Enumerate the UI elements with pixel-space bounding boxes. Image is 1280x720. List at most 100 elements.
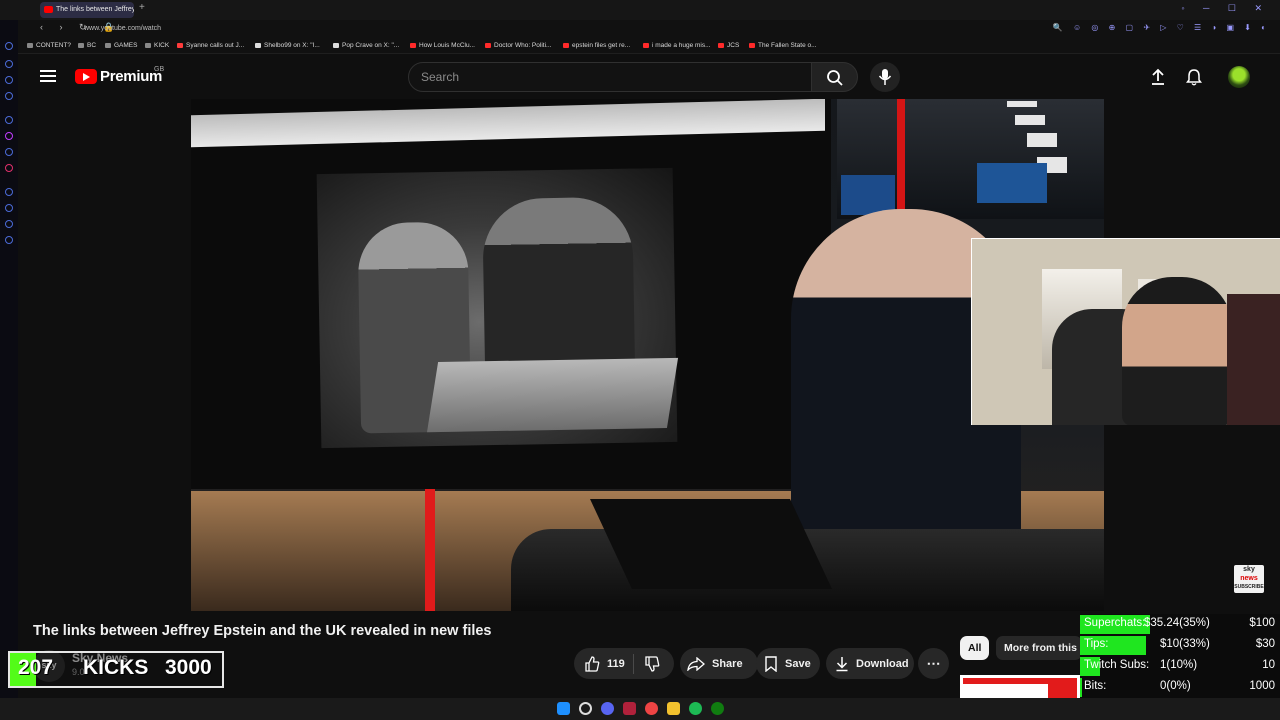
bookmark-favicon-icon bbox=[255, 42, 261, 48]
donation-value: $10(33%) bbox=[1160, 638, 1210, 650]
twitch-icon[interactable] bbox=[5, 132, 13, 140]
donation-goal: $30 bbox=[1255, 638, 1275, 650]
voice-search-button[interactable] bbox=[870, 62, 900, 92]
bookmark-label: i made a huge mis... bbox=[652, 42, 711, 49]
instagram-icon[interactable] bbox=[5, 164, 13, 172]
bookmark-item[interactable]: Shelbo99 on X: "I... bbox=[255, 42, 320, 49]
settings-icon[interactable] bbox=[5, 236, 13, 244]
taskbar-search-icon[interactable] bbox=[579, 702, 592, 715]
streamer-webcam-overlay bbox=[971, 238, 1280, 425]
download-button[interactable]: Download bbox=[826, 648, 914, 679]
sidebar-app-icon[interactable] bbox=[5, 220, 13, 228]
donation-goal-row: Bits: 0(0%) 1000 bbox=[1080, 677, 1280, 697]
bookmark-item[interactable]: Pop Crave on X: "... bbox=[333, 42, 399, 49]
window-controls[interactable]: ◦ ─ ☐ ✕ bbox=[1181, 3, 1270, 14]
bookmark-favicon-icon bbox=[410, 42, 416, 48]
like-dislike-group: 119 bbox=[574, 648, 674, 679]
bookmark-favicon-icon bbox=[177, 42, 183, 48]
bookmark-favicon-icon bbox=[27, 42, 33, 48]
studio-light bbox=[1007, 101, 1037, 107]
sidebar-app-icon[interactable] bbox=[5, 76, 13, 84]
share-icon bbox=[687, 656, 705, 671]
watermark-text: sky bbox=[1243, 566, 1255, 573]
browser-extension-icons[interactable]: 🔍 ☺ ◎ ⊕ ▢ ✈ ▷ ♡ ☰ ◑ ▣ ⬇ ◐ bbox=[1053, 23, 1270, 32]
bookmark-favicon-icon bbox=[145, 42, 151, 48]
account-avatar[interactable] bbox=[1228, 66, 1250, 88]
donation-goal: 1000 bbox=[1249, 680, 1275, 692]
browser-sidebar bbox=[0, 20, 18, 720]
more-actions-button[interactable]: ⋯ bbox=[918, 648, 949, 679]
discord-icon[interactable] bbox=[601, 702, 614, 715]
bookmark-item[interactable]: Syanne calls out J... bbox=[177, 42, 244, 49]
url-field[interactable]: www.youtube.com/watch bbox=[84, 25, 161, 32]
youtube-logo-text[interactable]: Premium bbox=[100, 68, 162, 85]
upload-icon[interactable] bbox=[1150, 68, 1166, 86]
chip-more-from-channel[interactable]: More from this s bbox=[996, 636, 1082, 660]
bookmark-label: Pop Crave on X: "... bbox=[342, 42, 400, 49]
search-button[interactable] bbox=[811, 62, 858, 92]
bookmark-item[interactable]: KICK bbox=[145, 42, 169, 49]
bookmark-item[interactable]: Doctor Who: Politi... bbox=[485, 42, 551, 49]
save-button[interactable]: Save bbox=[756, 648, 820, 679]
messenger-icon[interactable] bbox=[5, 148, 13, 156]
bookmark-item[interactable]: BC bbox=[78, 42, 96, 49]
microphone-icon bbox=[878, 69, 892, 85]
kicks-goal-value: 3000 bbox=[165, 656, 212, 679]
taskbar-app-icon[interactable] bbox=[623, 702, 636, 715]
spotify-icon[interactable] bbox=[689, 702, 702, 715]
xbox-icon[interactable] bbox=[711, 702, 724, 715]
history-icon[interactable] bbox=[5, 204, 13, 212]
bookmark-item[interactable]: CONTENT? bbox=[27, 42, 71, 49]
search-input[interactable]: Search bbox=[408, 62, 812, 92]
bookmark-label: BC bbox=[87, 42, 97, 49]
photo-object bbox=[426, 357, 679, 433]
bookmark-label: JCS bbox=[727, 42, 740, 49]
share-button[interactable]: Share bbox=[680, 648, 758, 679]
video-player[interactable] bbox=[191, 99, 1104, 611]
sidebar-app-icon[interactable] bbox=[5, 60, 13, 68]
sky-news-watermark[interactable]: sky news SUBSCRIBE bbox=[1234, 565, 1264, 593]
chip-all[interactable]: All bbox=[960, 636, 990, 660]
dislike-button[interactable] bbox=[634, 655, 667, 672]
new-tab-button[interactable]: + bbox=[139, 2, 145, 13]
sidebar-app-icon[interactable] bbox=[5, 116, 13, 124]
donation-goal-row: Superchats: $35.24(35%) $100 bbox=[1080, 614, 1280, 634]
notifications-bell-icon[interactable] bbox=[1186, 68, 1202, 86]
bookmark-item[interactable]: How Louis McClu... bbox=[410, 42, 475, 49]
bookmark-label: The Fallen State o... bbox=[758, 42, 817, 49]
bookmark-label: GAMES bbox=[114, 42, 138, 49]
download-icon bbox=[836, 656, 848, 671]
studio-light bbox=[1027, 133, 1057, 147]
video-frame-archive-photo bbox=[316, 167, 679, 449]
file-explorer-icon[interactable] bbox=[667, 702, 680, 715]
bookmark-label: How Louis McClu... bbox=[419, 42, 475, 49]
like-button[interactable]: 119 bbox=[574, 653, 634, 674]
donation-value: 1(10%) bbox=[1160, 659, 1198, 671]
windows-start-icon[interactable] bbox=[557, 702, 570, 715]
browser-tab-active[interactable]: The links between Jeffrey bbox=[40, 2, 134, 18]
sidebar-app-icon[interactable] bbox=[5, 188, 13, 196]
youtube-region-code: GB bbox=[154, 66, 165, 73]
sidebar-app-icon[interactable] bbox=[5, 42, 13, 50]
bookmark-item[interactable]: The Fallen State o... bbox=[749, 42, 817, 49]
bookmark-item[interactable]: i made a huge mis... bbox=[643, 42, 711, 49]
bookmark-item[interactable]: GAMES bbox=[105, 42, 137, 49]
video-frame-studio-lights bbox=[837, 99, 1104, 219]
sidebar-app-icon[interactable] bbox=[5, 92, 13, 100]
like-count: 119 bbox=[607, 657, 625, 670]
search-icon bbox=[827, 70, 843, 86]
bookmark-favicon-icon bbox=[718, 42, 724, 48]
bookmark-label: KICK bbox=[154, 42, 170, 49]
hamburger-menu-icon[interactable] bbox=[40, 68, 56, 84]
bookmark-label: epstein files get re... bbox=[572, 42, 631, 49]
browser-icon[interactable] bbox=[645, 702, 658, 715]
donation-progress-fill bbox=[1080, 678, 1082, 697]
thumbs-up-icon bbox=[585, 655, 600, 672]
bookmark-item[interactable]: epstein files get re... bbox=[563, 42, 630, 49]
watermark-text: SUBSCRIBE bbox=[1234, 584, 1264, 590]
youtube-favicon-icon bbox=[44, 6, 53, 13]
webcam-person bbox=[1122, 277, 1232, 425]
youtube-logo-icon[interactable] bbox=[75, 69, 97, 84]
donation-goal: 10 bbox=[1262, 659, 1275, 671]
bookmark-item[interactable]: JCS bbox=[718, 42, 739, 49]
